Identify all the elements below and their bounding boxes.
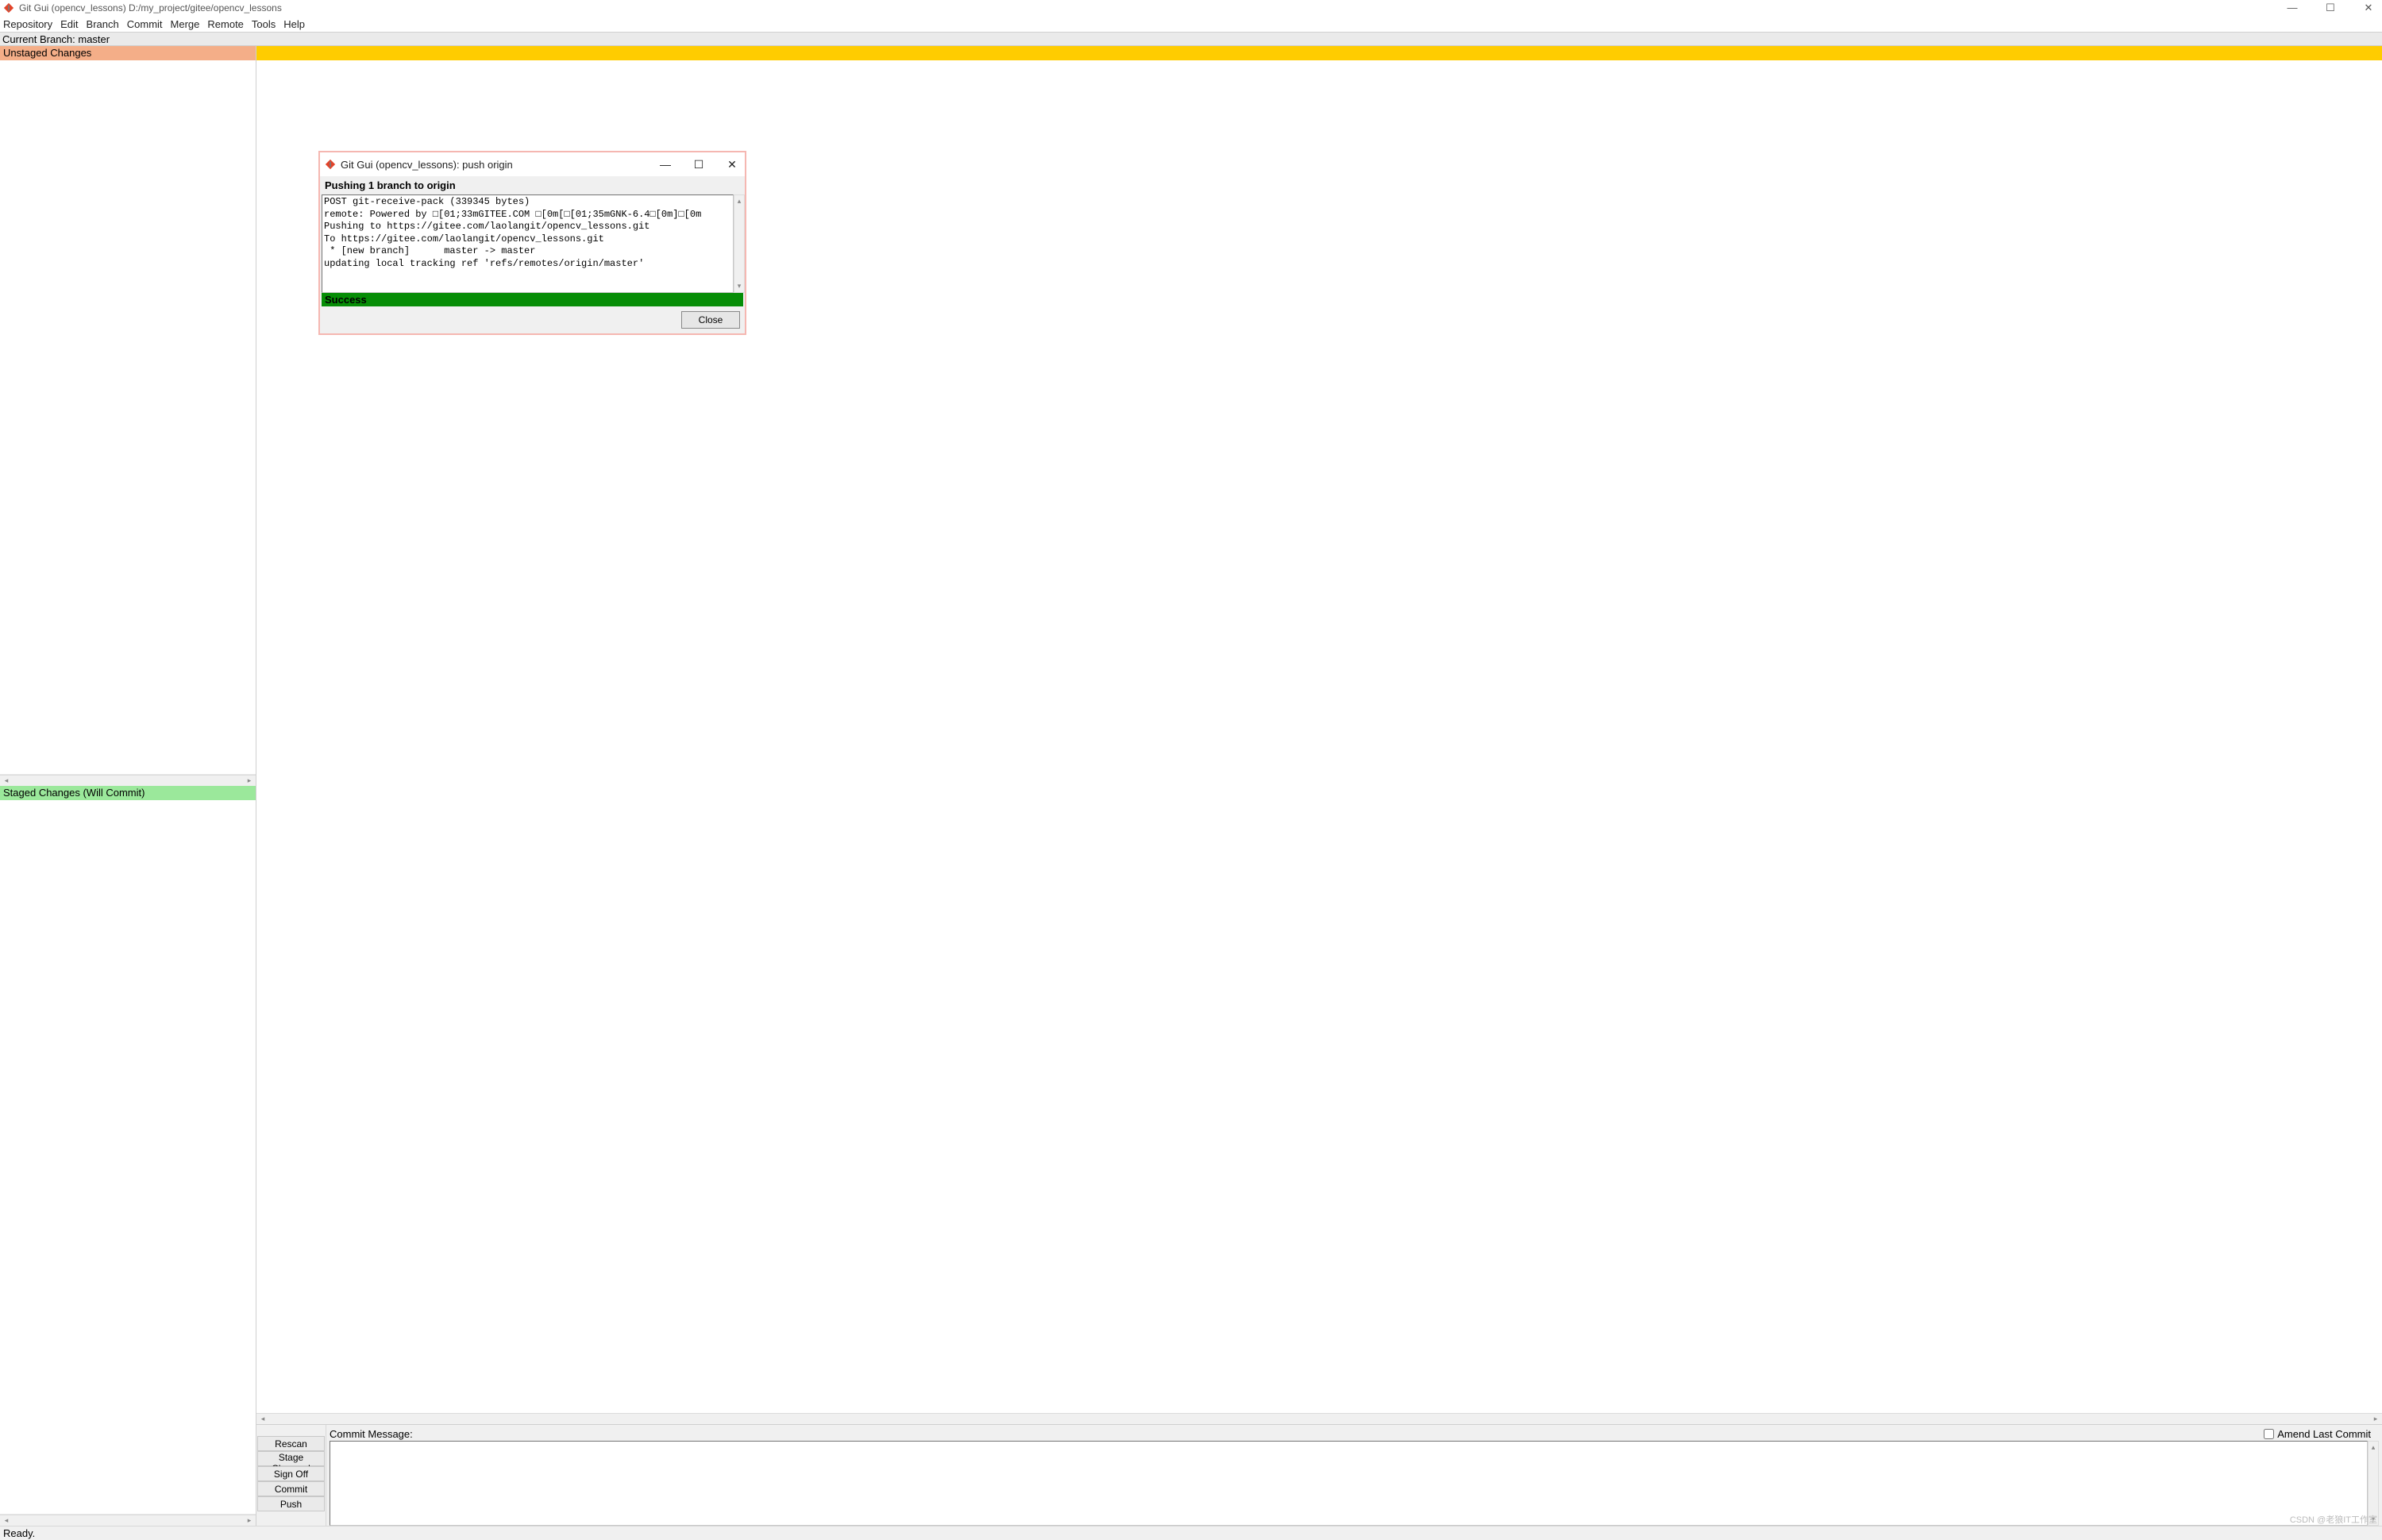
menu-tools[interactable]: Tools: [252, 18, 276, 30]
staged-list[interactable]: [0, 800, 256, 1515]
left-pane: Unstaged Changes ◂ ▸ Staged Changes (Wil…: [0, 46, 256, 1526]
staged-header: Staged Changes (Will Commit): [0, 786, 256, 800]
dialog-title: Git Gui (opencv_lessons): push origin: [341, 159, 657, 171]
titlebar: Git Gui (opencv_lessons) D:/my_project/g…: [0, 0, 2382, 16]
scroll-right-icon[interactable]: ▸: [245, 1516, 254, 1525]
commit-button-column: Rescan Stage Changed Sign Off Commit Pus…: [256, 1425, 326, 1526]
dialog-maximize-button[interactable]: ☐: [691, 158, 707, 171]
sign-off-button[interactable]: Sign Off: [257, 1466, 325, 1481]
menu-repository[interactable]: Repository: [3, 18, 52, 30]
scroll-down-icon[interactable]: ▾: [2372, 1515, 2376, 1523]
git-gui-icon: [325, 159, 336, 170]
dialog-success-bar: Success: [322, 293, 743, 306]
commit-message-label: Commit Message:: [330, 1428, 2264, 1440]
scroll-up-icon[interactable]: ▴: [2372, 1443, 2376, 1452]
scroll-left-icon[interactable]: ◂: [258, 1415, 268, 1423]
window-title: Git Gui (opencv_lessons) D:/my_project/g…: [19, 2, 2282, 13]
scroll-down-icon[interactable]: ▾: [738, 282, 742, 291]
commit-message-area: Commit Message: Amend Last Commit ▴ ▾: [326, 1425, 2382, 1526]
menu-edit[interactable]: Edit: [60, 18, 78, 30]
menu-help[interactable]: Help: [283, 18, 305, 30]
dialog-minimize-button[interactable]: —: [657, 158, 673, 171]
diff-hscrollbar[interactable]: ◂ ▸: [256, 1413, 2382, 1424]
unstaged-list[interactable]: [0, 60, 256, 775]
amend-checkbox[interactable]: [2264, 1429, 2274, 1439]
file-header-bar: [256, 46, 2382, 60]
dialog-close-action-button[interactable]: Close: [681, 311, 740, 329]
rescan-button[interactable]: Rescan: [257, 1436, 325, 1451]
dialog-close-button[interactable]: ✕: [724, 158, 740, 171]
amend-label: Amend Last Commit: [2277, 1428, 2371, 1440]
commit-message-input[interactable]: [330, 1441, 2368, 1526]
scroll-left-icon[interactable]: ◂: [2, 1516, 11, 1525]
menu-remote[interactable]: Remote: [207, 18, 244, 30]
current-branch-bar: Current Branch: master: [0, 32, 2382, 46]
push-button[interactable]: Push: [257, 1496, 325, 1511]
window-maximize-button[interactable]: ☐: [2320, 2, 2341, 14]
dialog-output[interactable]: POST git-receive-pack (339345 bytes) rem…: [322, 194, 734, 293]
push-dialog: Git Gui (opencv_lessons): push origin — …: [318, 151, 746, 335]
scroll-right-icon[interactable]: ▸: [2371, 1415, 2380, 1423]
git-gui-icon: [3, 2, 14, 13]
dialog-subtitle: Pushing 1 branch to origin: [320, 176, 745, 194]
staged-hscrollbar[interactable]: ◂ ▸: [0, 1515, 256, 1526]
amend-last-commit-option[interactable]: Amend Last Commit: [2264, 1428, 2371, 1440]
dialog-output-vscrollbar[interactable]: ▴ ▾: [734, 194, 745, 293]
menu-merge[interactable]: Merge: [171, 18, 200, 30]
dialog-titlebar: Git Gui (opencv_lessons): push origin — …: [320, 152, 745, 176]
commit-button[interactable]: Commit: [257, 1481, 325, 1496]
menu-branch[interactable]: Branch: [87, 18, 119, 30]
status-bar: Ready.: [0, 1526, 2382, 1540]
commit-msg-vscrollbar[interactable]: ▴ ▾: [2368, 1441, 2379, 1526]
menubar: Repository Edit Branch Commit Merge Remo…: [0, 16, 2382, 32]
scroll-right-icon[interactable]: ▸: [245, 776, 254, 785]
scroll-left-icon[interactable]: ◂: [2, 776, 11, 785]
menu-commit[interactable]: Commit: [127, 18, 163, 30]
window-minimize-button[interactable]: —: [2282, 2, 2303, 14]
commit-panel: Rescan Stage Changed Sign Off Commit Pus…: [256, 1424, 2382, 1526]
unstaged-hscrollbar[interactable]: ◂ ▸: [0, 775, 256, 786]
window-close-button[interactable]: ✕: [2358, 2, 2379, 14]
stage-changed-button[interactable]: Stage Changed: [257, 1451, 325, 1466]
unstaged-header: Unstaged Changes: [0, 46, 256, 60]
scroll-up-icon[interactable]: ▴: [738, 197, 742, 206]
